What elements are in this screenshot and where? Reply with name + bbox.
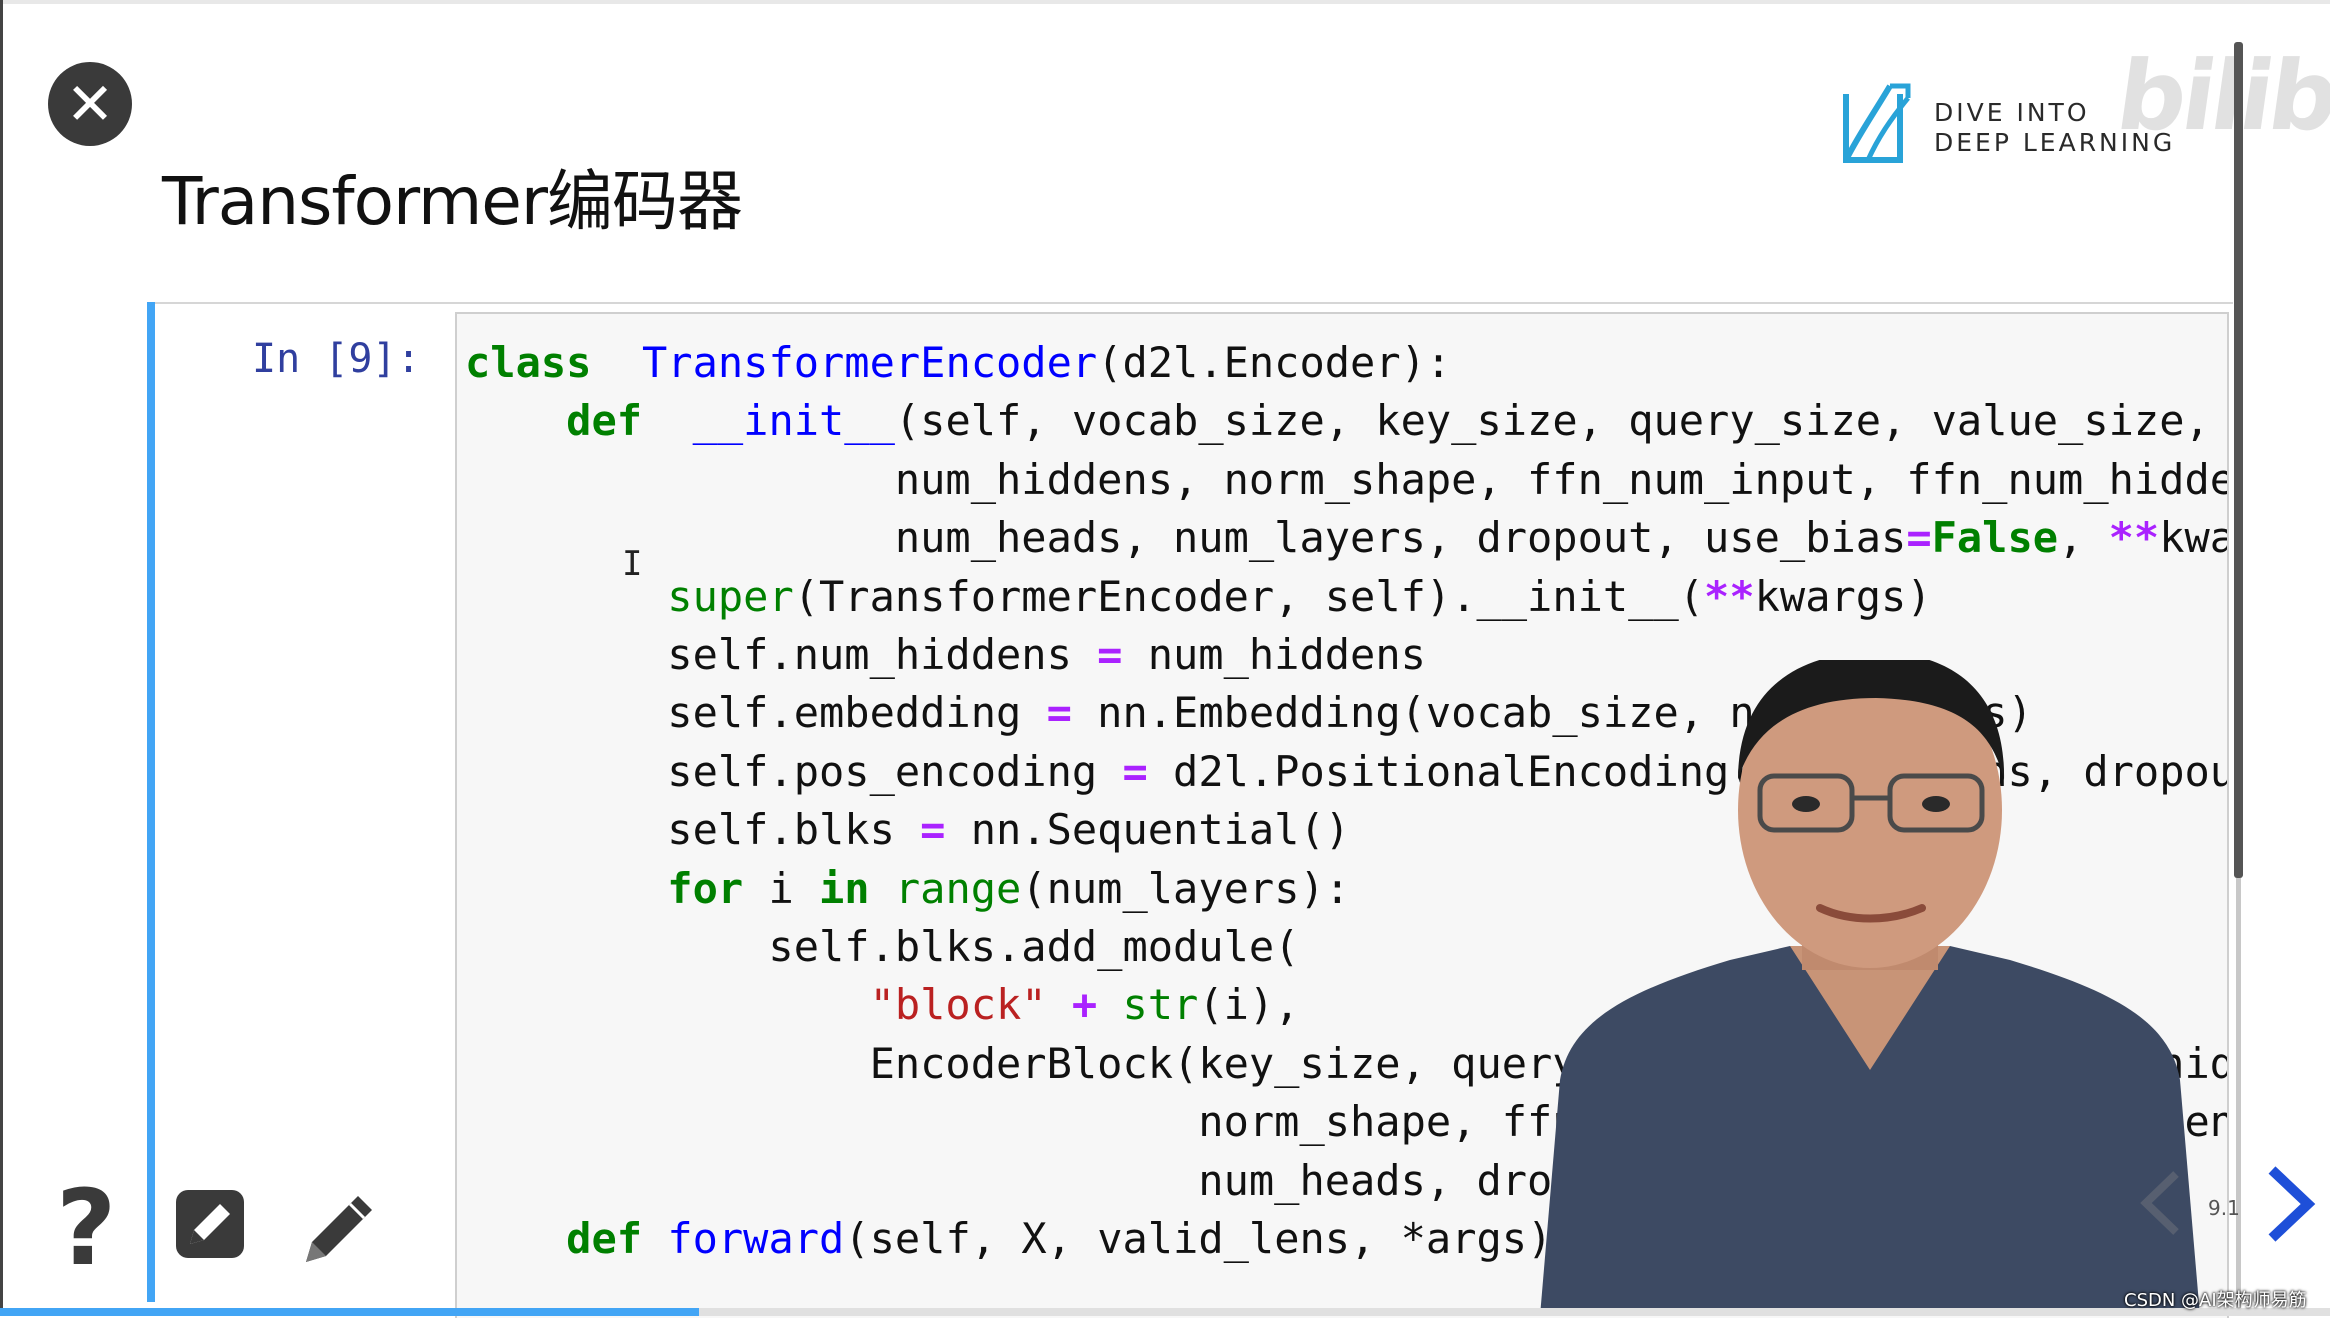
code-token: num_heads, num_layers, dropout, use_bias [465, 513, 1907, 563]
code-token: TransformerEncoder [642, 338, 1098, 387]
code-token: super [667, 571, 794, 621]
code-token: __init__ [692, 396, 895, 446]
code-token: nn.Sequential() [945, 805, 1351, 855]
code-line[interactable]: self.blks = nn.Sequential() [465, 805, 1350, 854]
code-token: forward [667, 1214, 845, 1264]
code-token: ** [2108, 513, 2160, 563]
code-token: range [894, 863, 1022, 913]
pencil-icon[interactable] [300, 1188, 380, 1268]
book-logo-icon [1843, 83, 1911, 163]
cell-selection-bar [147, 302, 155, 1302]
code-token: ** [1704, 571, 1755, 621]
credit-text: CSDN @AI架构师易筋 [2124, 1290, 2307, 1311]
code-line[interactable]: def forward(self, X, valid_lens, *args): [465, 1214, 1578, 1264]
code-token: False [1931, 513, 2059, 563]
code-token: for [667, 863, 744, 913]
cell-border [155, 302, 2233, 304]
edit-icon[interactable] [174, 1188, 246, 1260]
chevron-right-icon[interactable] [2260, 1164, 2320, 1244]
top-border [0, 0, 2330, 4]
code-token: self.embedding [465, 688, 1047, 738]
code-token: def [566, 396, 643, 446]
help-icon[interactable]: ? [56, 1176, 116, 1280]
code-token: = [1097, 630, 1123, 680]
scrollbar-track[interactable] [2236, 878, 2241, 1316]
slide-title: Transformer编码器 [162, 163, 743, 240]
code-token: (TransformerEncoder, self).__init__( [793, 571, 1705, 621]
code-token: = [920, 805, 946, 855]
code-token: self.blks [465, 805, 921, 855]
code-token: kwargs) [1754, 571, 1932, 621]
code-line[interactable]: super(TransformerEncoder, self).__init__… [465, 571, 1932, 621]
code-token: self.num_hiddens [465, 630, 1098, 680]
code-token: = [1906, 513, 1932, 563]
code-token: = [1122, 746, 1148, 796]
code-token: self.blks.add_module( [465, 922, 1300, 972]
code-token: kwargs): [2159, 513, 2227, 563]
left-border [0, 0, 3, 1316]
code-line[interactable]: class TransformerEncoder(d2l.Encoder): [465, 338, 1451, 387]
presenter-video [1540, 660, 2200, 1316]
code-token: (d2l.Encoder): [1097, 338, 1452, 387]
bilibili-watermark: bilibili [2110, 40, 2330, 152]
progress-bar[interactable] [0, 1308, 699, 1316]
code-line[interactable]: num_hiddens, norm_shape, ffn_num_input, … [465, 454, 2229, 504]
code-token: "block" [869, 980, 1047, 1030]
code-token: (num_layers): [1021, 863, 1351, 913]
code-token: num_hiddens, norm_shape, ffn_num_input, … [465, 454, 2229, 504]
code-line[interactable]: num_heads, num_layers, dropout, use_bias… [465, 513, 2227, 563]
code-token: def [566, 1214, 643, 1264]
cell-prompt: In [9]: [252, 336, 421, 382]
code-token: (i), [1198, 980, 1300, 1030]
text-cursor-icon: I [622, 544, 643, 584]
close-icon[interactable]: ✕ [48, 62, 132, 146]
code-line[interactable]: "block" + str(i), [465, 980, 1300, 1029]
code-line[interactable]: self.num_hiddens = num_hiddens [465, 630, 1426, 679]
code-token: str [1122, 980, 1199, 1030]
code-token: = [1046, 688, 1072, 738]
code-token: , [2058, 513, 2109, 563]
code-line[interactable]: def __init__(self, vocab_size, key_size,… [465, 396, 2210, 445]
code-token: in [819, 863, 870, 913]
code-token: class [465, 338, 592, 387]
code-line[interactable]: for i in range(num_layers): [465, 864, 1350, 913]
code-token: num_hiddens [1122, 630, 1426, 680]
scrollbar-thumb[interactable] [2234, 42, 2243, 878]
code-token: (self, vocab_size, key_size, query_size,… [894, 396, 2210, 446]
slide-number: 9.1 [2208, 1196, 2240, 1220]
chevron-left-icon[interactable] [2136, 1168, 2186, 1238]
code-token: self.pos_encoding [465, 746, 1123, 796]
code-token: (self, X, valid_lens, *args): [844, 1214, 1578, 1264]
code-token: i [743, 863, 820, 913]
code-line[interactable]: self.blks.add_module( [465, 922, 1299, 971]
code-token: + [1071, 980, 1098, 1030]
